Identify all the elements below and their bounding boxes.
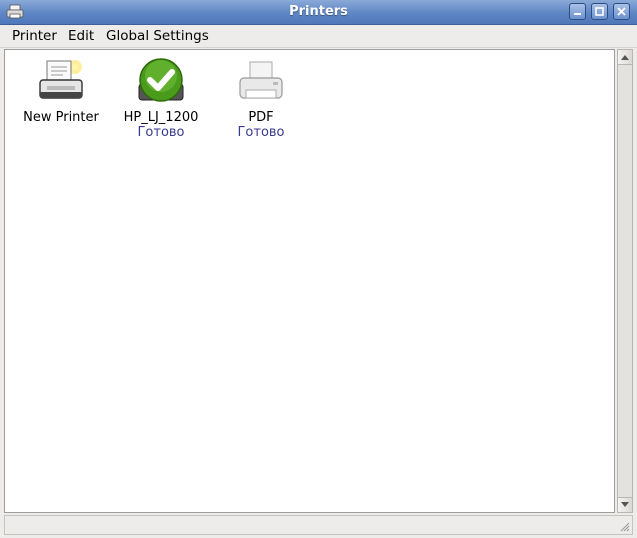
printer-icon <box>239 61 283 99</box>
printers-window: Printers Printer Edit Global Settings Ne… <box>0 0 637 538</box>
default-printer-check-icon <box>138 58 184 102</box>
minimize-icon <box>574 13 581 15</box>
arrow-down-icon <box>621 502 629 507</box>
scroll-down-button[interactable] <box>618 497 632 512</box>
menu-global-settings[interactable]: Global Settings <box>106 28 209 44</box>
title-bar[interactable]: Printers <box>0 0 637 25</box>
printer-name: PDF <box>248 110 274 125</box>
close-icon <box>617 7 626 16</box>
printer-name: HP_LJ_1200 <box>123 110 199 125</box>
status-bar <box>4 515 633 535</box>
printer-item-new-printer[interactable]: New Printer <box>11 56 111 125</box>
printer-list[interactable]: New Printer HP_LJ_1200 Готово PDF Готово <box>4 49 615 513</box>
new-printer-icon <box>39 60 83 99</box>
printer-name: New Printer <box>23 110 99 125</box>
close-button[interactable] <box>613 3 630 20</box>
menu-edit[interactable]: Edit <box>68 28 94 44</box>
vertical-scrollbar[interactable] <box>617 49 633 513</box>
scroll-up-button[interactable] <box>618 50 632 65</box>
menu-bar: Printer Edit Global Settings <box>0 25 637 48</box>
maximize-button[interactable] <box>591 3 608 20</box>
printer-status: Готово <box>137 125 185 140</box>
resize-grip-icon[interactable] <box>618 520 630 532</box>
minimize-button[interactable] <box>569 3 586 20</box>
printer-item-pdf[interactable]: PDF Готово <box>211 56 311 140</box>
window-title: Printers <box>289 4 348 19</box>
menu-printer[interactable]: Printer <box>12 28 57 44</box>
printer-item-hp-lj-1200[interactable]: HP_LJ_1200 Готово <box>111 56 211 140</box>
printer-status: Готово <box>237 125 285 140</box>
maximize-icon <box>595 7 604 16</box>
arrow-up-icon <box>621 55 629 60</box>
